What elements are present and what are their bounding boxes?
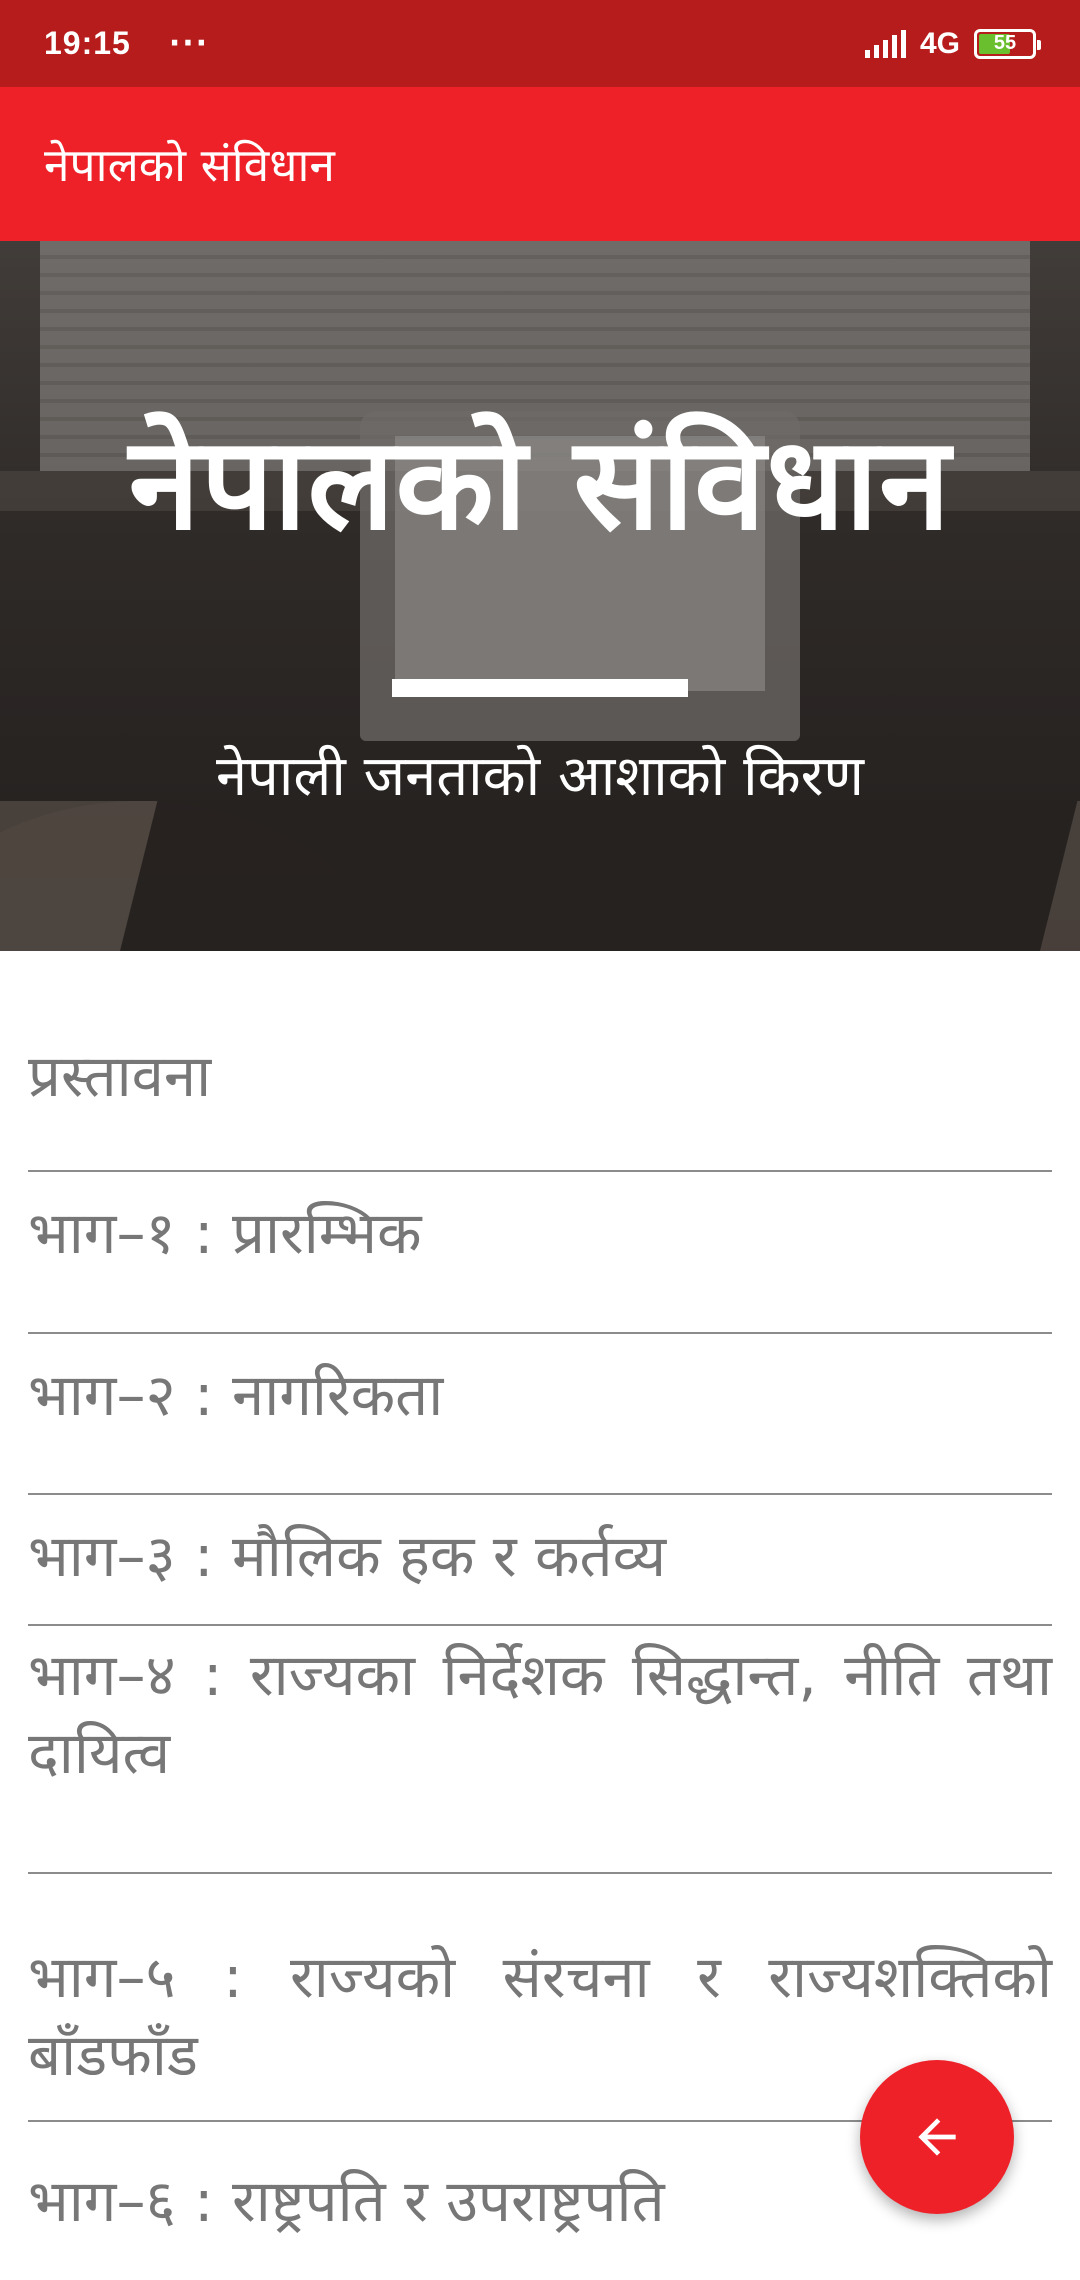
list-item-label: भाग–२ : नागरिकता: [28, 1361, 444, 1429]
app-bar: नेपालको संविधान: [0, 87, 1080, 241]
list-item-label: भाग–४ : राज्यका निर्देशक सिद्धान्त, नीति…: [28, 1641, 1052, 1787]
back-fab-button[interactable]: [860, 2060, 1014, 2214]
list-item-label: भाग–६ : राष्ट्रपति र उपराष्ट्रपति: [28, 2167, 665, 2235]
list-item-label: भाग–३ : मौलिक हक र कर्तव्य: [28, 1522, 667, 1590]
status-bar: 19:15 ··· 4G 55: [0, 0, 1080, 87]
hero-subtitle: नेपाली जनताको आशाको किरण: [215, 744, 865, 809]
list-item-label: प्रस्तावना: [28, 1042, 212, 1110]
hero-overlay: [0, 241, 1080, 951]
list-item-part-2[interactable]: भाग–२ : नागरिकता: [28, 1334, 1052, 1495]
list-item-part-4[interactable]: भाग–४ : राज्यका निर्देशक सिद्धान्त, नीति…: [28, 1626, 1052, 1874]
list-item-preamble[interactable]: प्रस्तावना: [28, 951, 1052, 1172]
network-type: 4G: [919, 26, 960, 60]
arrow-back-icon: [918, 2118, 956, 2156]
status-time: 19:15: [44, 25, 131, 61]
list-item-part-1[interactable]: भाग–१ : प्रारम्भिक: [28, 1172, 1052, 1334]
list-item-part-3[interactable]: भाग–३ : मौलिक हक र कर्तव्य: [28, 1495, 1052, 1626]
list-item-label: भाग–१ : प्रारम्भिक: [28, 1199, 422, 1267]
hero-divider: [392, 679, 688, 697]
list-item-label: भाग–५ : राज्यको संरचना र राज्यशक्तिको बा…: [28, 1943, 1052, 2089]
battery-icon: 55: [974, 28, 1041, 59]
hero-banner: नेपालको संविधान नेपाली जनताको आशाको किरण: [0, 241, 1080, 951]
chapter-list: प्रस्तावना भाग–१ : प्रारम्भिक भाग–२ : ना…: [28, 951, 1052, 2262]
battery-level: 55: [993, 32, 1017, 54]
hero-title: नेपालको संविधान: [128, 410, 952, 559]
status-icons: 4G 55: [864, 26, 1041, 61]
signal-icon: [864, 29, 906, 58]
notification-dots-icon: ···: [168, 26, 210, 61]
app-title: नेपालको संविधान: [44, 138, 335, 192]
